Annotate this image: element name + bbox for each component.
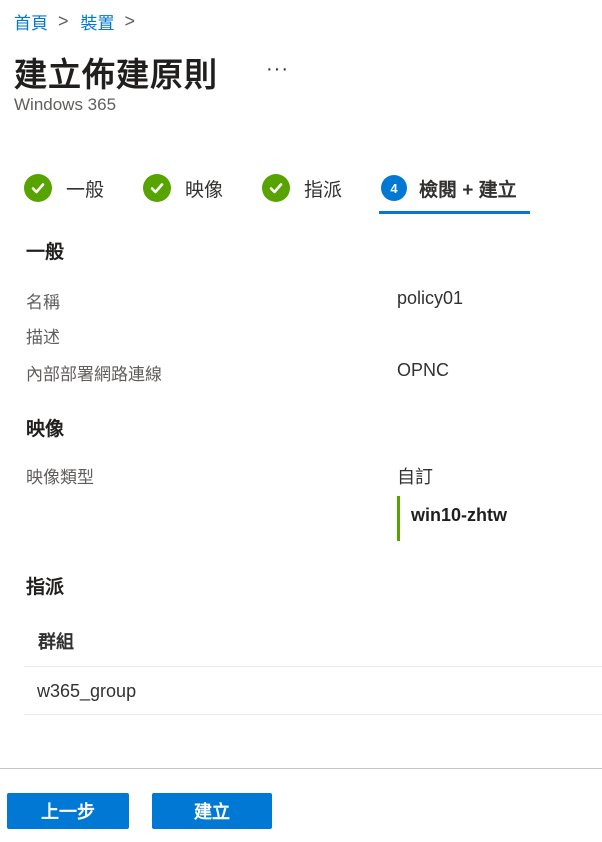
check-icon <box>262 174 290 202</box>
image-type-label: 映像類型 <box>26 468 94 487</box>
active-step-indicator <box>379 211 530 214</box>
check-icon <box>24 174 52 202</box>
group-name: w365_group <box>37 681 137 701</box>
step-label: 映像 <box>185 179 224 201</box>
name-value: policy01 <box>397 288 464 308</box>
step-label: 一般 <box>66 179 105 201</box>
breadcrumb-home-link[interactable]: 首頁 <box>14 9 48 34</box>
check-icon <box>143 174 171 202</box>
step-review-create[interactable]: 4 檢閱 + 建立 <box>381 172 517 204</box>
groups-table-header: 群組 <box>24 614 602 667</box>
image-section-heading: 映像 <box>26 419 65 440</box>
page-subtitle: Windows 365 <box>14 95 117 114</box>
page-title: 建立佈建原則 <box>14 56 218 93</box>
step-general[interactable]: 一般 <box>24 172 104 204</box>
image-name: win10-zhtw <box>411 505 508 525</box>
step-label: 檢閱 + 建立 <box>419 179 517 201</box>
breadcrumb-separator: > <box>58 10 69 31</box>
name-label: 名稱 <box>26 293 60 312</box>
network-connection-label: 內部部署網路連線 <box>26 365 162 384</box>
breadcrumb-devices-link[interactable]: 裝置 <box>81 9 115 34</box>
table-row: w365_group <box>24 667 602 715</box>
general-section-heading: 一般 <box>26 242 65 263</box>
more-options-button[interactable]: ··· <box>266 58 289 81</box>
step-label: 指派 <box>304 179 343 201</box>
column-header-group: 群組 <box>38 632 74 652</box>
previous-button[interactable]: 上一步 <box>7 793 129 829</box>
wizard-steps: 一般 映像 指派 4 檢閱 + 建立 <box>24 172 584 216</box>
step-number-badge: 4 <box>381 175 407 201</box>
breadcrumb: 首頁 > 裝置 > <box>14 8 147 34</box>
create-button[interactable]: 建立 <box>152 793 272 829</box>
network-connection-value: OPNC <box>397 360 450 380</box>
image-accent-bar <box>397 496 400 541</box>
step-image[interactable]: 映像 <box>143 172 223 204</box>
image-type-value: 自訂 <box>397 467 433 487</box>
assignment-section-heading: 指派 <box>26 577 65 598</box>
footer-divider <box>0 768 602 769</box>
breadcrumb-separator: > <box>124 10 136 31</box>
step-assignment[interactable]: 指派 <box>262 172 342 204</box>
description-label: 描述 <box>26 328 60 347</box>
